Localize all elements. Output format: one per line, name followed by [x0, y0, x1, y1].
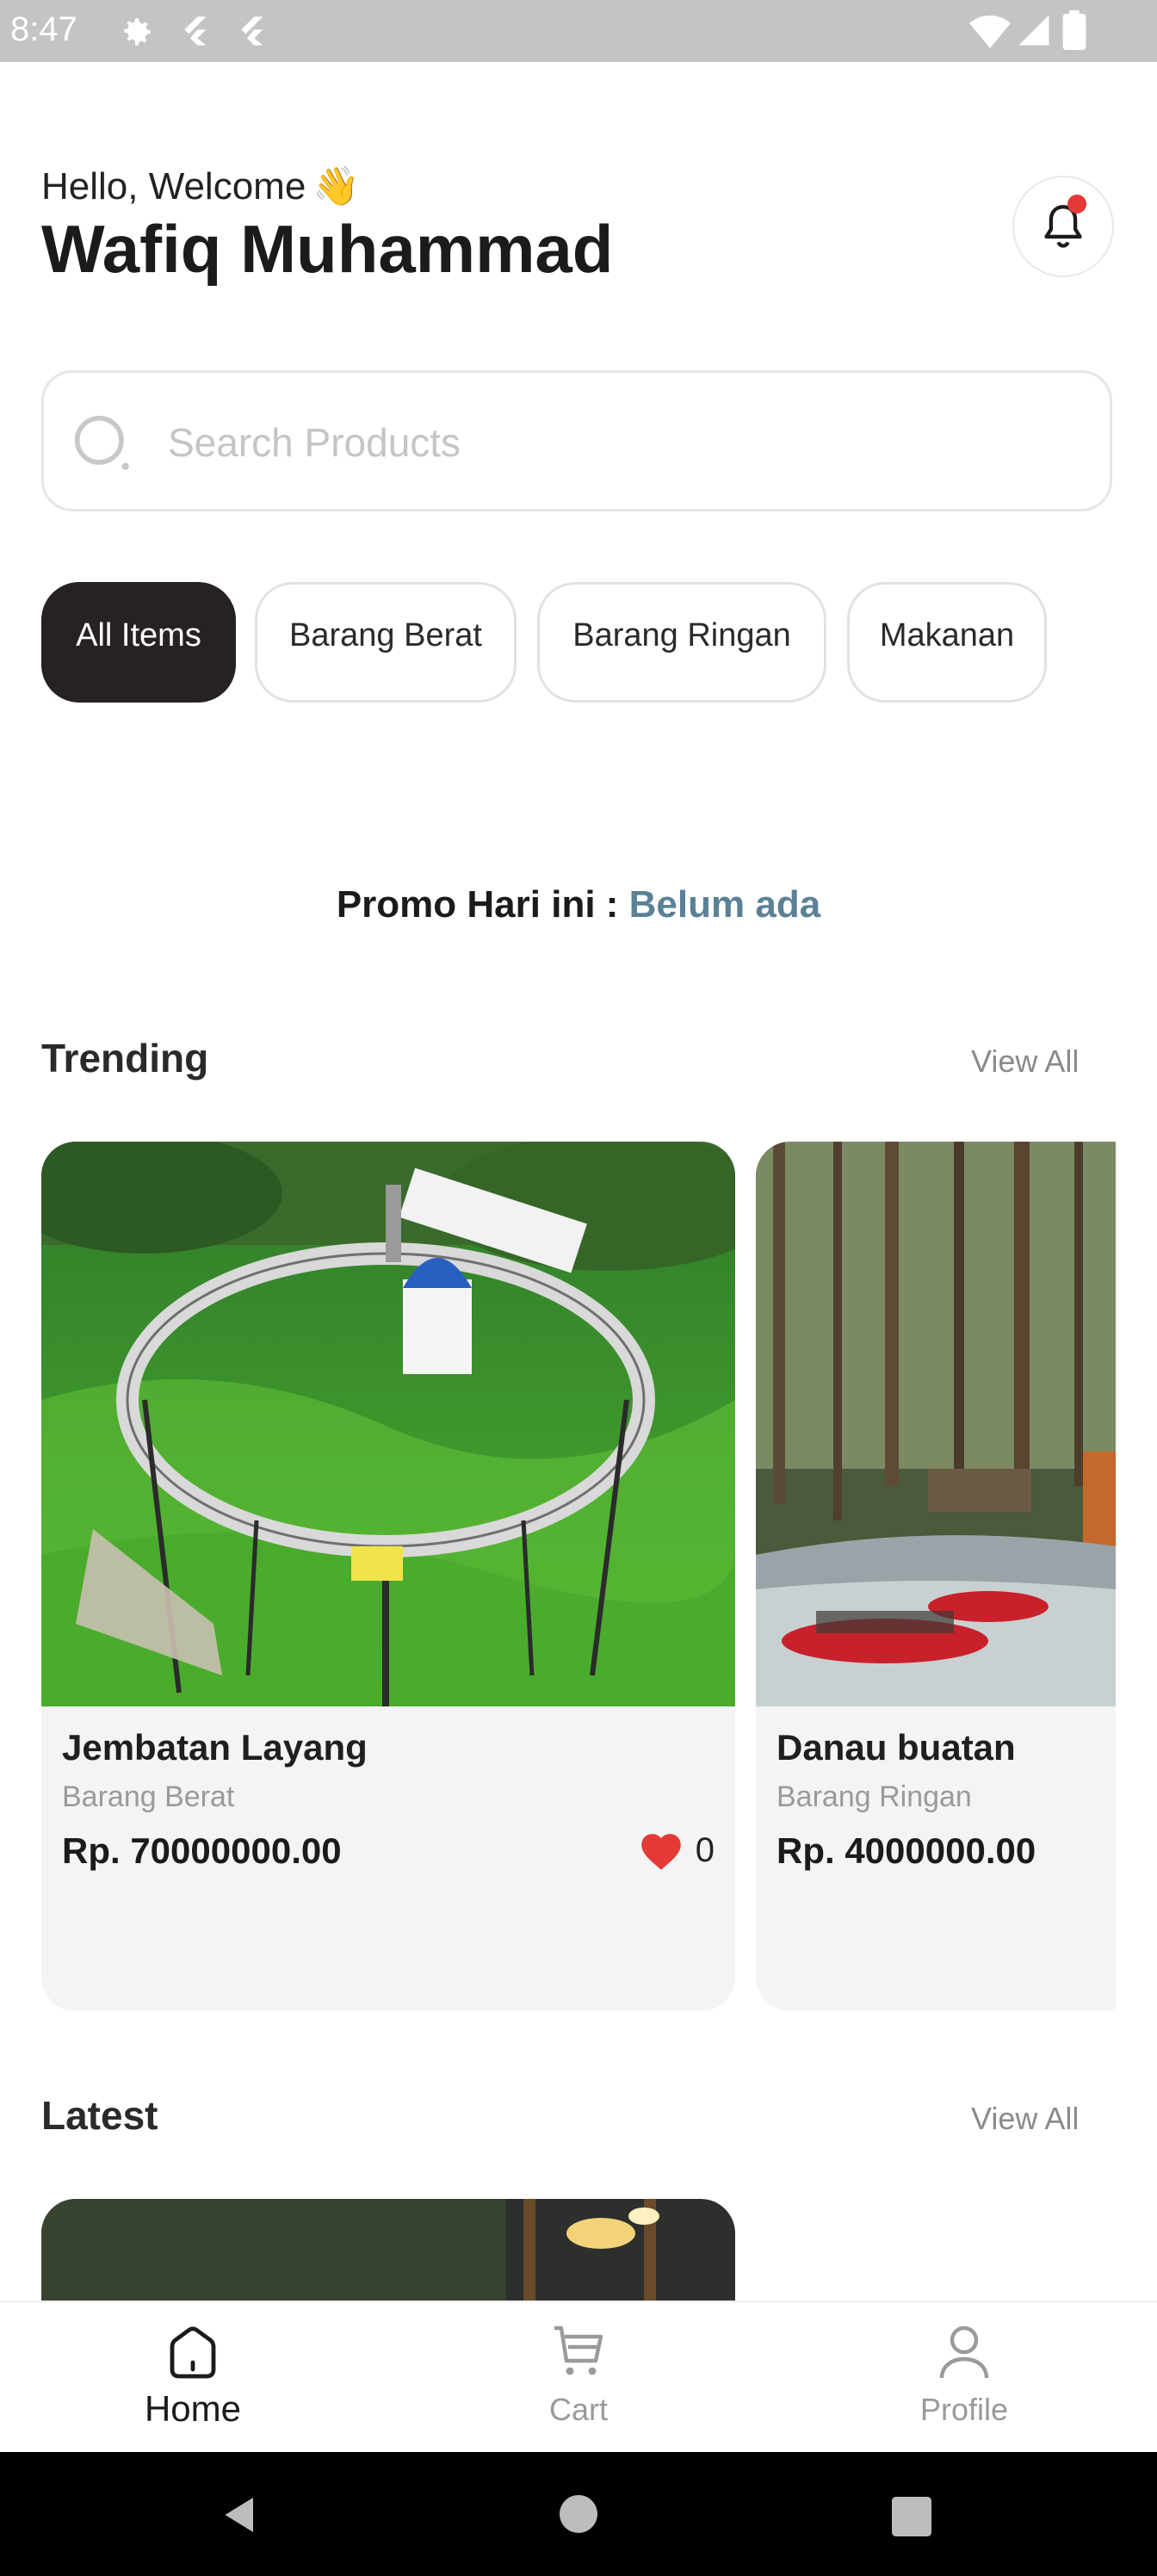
product-price: Rp. 70000000.00: [62, 1830, 342, 1871]
flutter-icon: [241, 16, 263, 46]
trending-card[interactable]: Danau buatan Barang Ringan Rp. 4000000.0…: [756, 1142, 1116, 2011]
home-icon: [170, 2326, 216, 2379]
recents-icon[interactable]: [892, 2497, 931, 2536]
settings-icon: [124, 18, 151, 46]
nav-cart-label: Cart: [548, 2392, 608, 2427]
nav-cart[interactable]: Cart: [386, 2302, 771, 2454]
latest-view-all-link[interactable]: View All: [971, 2101, 1079, 2137]
chip-barang-ringan[interactable]: Barang Ringan: [537, 582, 826, 703]
product-category: Barang Berat: [62, 1780, 235, 1813]
search-input[interactable]: [166, 407, 1065, 478]
chip-all-items[interactable]: All Items: [41, 582, 236, 703]
flutter-icon: [184, 16, 207, 46]
cart-icon: [554, 2325, 603, 2375]
product-name: Jembatan Layang: [62, 1727, 368, 1768]
wifi-icon: [969, 15, 1011, 48]
search-icon: [74, 415, 129, 470]
product-category: Barang Ringan: [776, 1780, 972, 1813]
chip-barang-berat[interactable]: Barang Berat: [255, 582, 517, 703]
like-button[interactable]: 0: [639, 1830, 715, 1870]
like-count: 0: [695, 1830, 715, 1869]
product-price: Rp. 4000000.00: [776, 1830, 1036, 1871]
latest-title: Latest: [41, 2093, 158, 2138]
nav-home-label: Home: [144, 2388, 242, 2429]
notification-button[interactable]: [1012, 176, 1114, 277]
system-nav-bar: [0, 2452, 1157, 2576]
promo-label: Promo Hari ini :: [336, 883, 619, 926]
product-image: [41, 2199, 735, 2302]
profile-icon: [939, 2325, 989, 2379]
status-bar: 8:47: [0, 0, 1157, 62]
product-image: [756, 1142, 1116, 1706]
promo-value: Belum ada: [628, 883, 821, 926]
signal-icon: [1018, 15, 1049, 46]
chip-makanan[interactable]: Makanan: [847, 582, 1047, 703]
search-bar[interactable]: [41, 370, 1112, 511]
waving-hand-icon: 👋: [312, 164, 361, 208]
back-icon[interactable]: [219, 2493, 262, 2536]
nav-home[interactable]: Home: [0, 2302, 386, 2454]
greeting: Hello, Welcome 👋: [41, 164, 360, 208]
status-time: 8:47: [10, 10, 77, 48]
trending-card[interactable]: Jembatan Layang Barang Berat Rp. 7000000…: [41, 1142, 735, 2011]
notification-badge: [1067, 195, 1086, 214]
product-image: [41, 1142, 735, 1706]
latest-card[interactable]: [41, 2199, 735, 2302]
trending-view-all-link[interactable]: View All: [971, 1043, 1079, 1080]
product-name: Danau buatan: [776, 1727, 1016, 1768]
bottom-nav: Home Cart Profile: [0, 2300, 1157, 2454]
greeting-text: Hello, Welcome: [41, 165, 306, 207]
nav-profile-label: Profile: [919, 2392, 1009, 2427]
user-name: Wafiq Muhammad: [41, 211, 614, 287]
trending-title: Trending: [41, 1036, 209, 1081]
nav-profile[interactable]: Profile: [771, 2302, 1157, 2454]
promo-banner: Promo Hari ini : Belum ada: [0, 883, 1157, 926]
heart-icon: [641, 1834, 681, 1870]
battery-icon: [1062, 10, 1086, 50]
home-button-icon[interactable]: [560, 2495, 597, 2533]
